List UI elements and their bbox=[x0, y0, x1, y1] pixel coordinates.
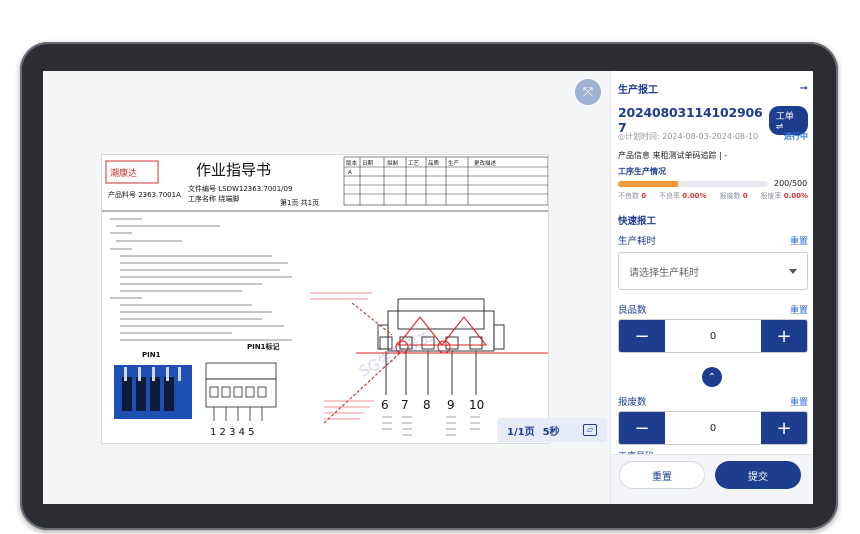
scrap-reset-link[interactable]: 重置 bbox=[790, 395, 808, 408]
time-select-placeholder: 请选择生产耗时 bbox=[629, 267, 699, 279]
progress-fill bbox=[618, 180, 678, 187]
report-panel: 生产报工 ➞ 20240803114102906​7 工单⇌ ◎计划时间: 20… bbox=[610, 71, 813, 504]
progress-count: 200/500 bbox=[774, 179, 808, 188]
plan-row: ◎计划时间: 2024-08-03-2024-08-10 进行中 bbox=[618, 131, 808, 142]
pin-number: 10 bbox=[469, 398, 484, 412]
bad-rate: 不良率 0.00% bbox=[659, 192, 707, 200]
tablet-screen: ⤧ 潮康达 作业指导书 文件编号 LSDW12363.7001/09 产品料号 … bbox=[43, 71, 813, 504]
chevron-up-icon[interactable]: ⌃ bbox=[702, 367, 722, 387]
page-interval[interactable]: 5秒 bbox=[543, 423, 560, 438]
svg-text:1 2 3 4 5: 1 2 3 4 5 bbox=[210, 427, 255, 438]
chevron-down-icon bbox=[789, 268, 797, 274]
plan-time: ◎计划时间: 2024-08-03-2024-08-10 bbox=[618, 132, 759, 141]
revision-header: 工艺 bbox=[408, 160, 420, 167]
page-number: 1/1页 bbox=[507, 426, 535, 438]
good-label: 良品数 bbox=[618, 305, 647, 316]
scrap-rate: 报废率 0.00% bbox=[760, 192, 808, 200]
revision-header: 更改描述 bbox=[474, 159, 497, 167]
good-value[interactable]: 0 bbox=[665, 320, 761, 352]
progress-bar bbox=[618, 180, 768, 187]
status-badge: 进行中 bbox=[784, 132, 808, 141]
svg-text:SG生产报工: SG生产报工 bbox=[356, 327, 436, 381]
work-instruction-drawing: 潮康达 作业指导书 文件编号 LSDW12363.7001/09 产品料号 23… bbox=[102, 156, 548, 438]
svg-text:PIN1标记: PIN1标记 bbox=[247, 342, 279, 351]
pin-number: 9 bbox=[447, 398, 455, 412]
revision-header: 拟制 bbox=[387, 159, 399, 167]
svg-text:潮康达: 潮康达 bbox=[110, 167, 137, 179]
scrap-count: 报废数 0 bbox=[719, 192, 748, 200]
pin-number: 8 bbox=[423, 398, 431, 412]
quick-report-title: 快速报工 bbox=[618, 216, 657, 227]
pin-number: 6 bbox=[381, 398, 389, 412]
progress-row: 200/500 bbox=[618, 179, 808, 188]
scrap-stepper: − 0 + bbox=[618, 411, 808, 445]
good-minus-button[interactable]: − bbox=[619, 320, 665, 352]
revision-header: 版本 bbox=[346, 159, 358, 167]
scrap-label: 报废数 bbox=[618, 397, 647, 408]
product-info: 产品信息 来租测试单码追踪 | - bbox=[618, 151, 728, 160]
svg-text:第1页 共1页: 第1页 共1页 bbox=[280, 198, 319, 207]
svg-text:PIN1: PIN1 bbox=[142, 351, 161, 359]
quality-stats: 不良数 0 不良率 0.00% 报废数 0 报废率 0.00% bbox=[618, 191, 808, 201]
revision-header: 日期 bbox=[362, 160, 374, 167]
reset-button[interactable]: 重置 bbox=[619, 461, 705, 489]
panel-header: 生产报工 ➞ bbox=[618, 81, 808, 96]
time-label: 生产耗时 bbox=[618, 236, 657, 247]
scrap-value[interactable]: 0 bbox=[665, 412, 761, 444]
revision-header: 生产 bbox=[448, 159, 460, 167]
scrap-minus-button[interactable]: − bbox=[619, 412, 665, 444]
svg-text:作业指导书: 作业指导书 bbox=[196, 161, 271, 179]
exit-arrow-icon[interactable]: ➞ bbox=[800, 83, 808, 94]
good-stepper: − 0 + bbox=[618, 319, 808, 353]
scrap-row: 报废数 重置 bbox=[618, 394, 808, 408]
bad-count: 不良数 0 bbox=[618, 192, 647, 200]
time-reset-link[interactable]: 重置 bbox=[790, 234, 808, 247]
time-row: 生产耗时 重置 bbox=[618, 233, 808, 247]
scrap-plus-button[interactable]: + bbox=[761, 412, 807, 444]
panel-title: 生产报工 bbox=[618, 85, 658, 96]
page-indicator: 1/1页 5秒 ▱ bbox=[497, 418, 607, 442]
time-select[interactable]: 请选择生产耗时 bbox=[618, 252, 808, 290]
svg-text:A: A bbox=[348, 170, 352, 176]
document-viewer: ⤧ 潮康达 作业指导书 文件编号 LSDW12363.7001/09 产品料号 … bbox=[43, 71, 610, 504]
collapse-icon[interactable]: ⤧ bbox=[575, 79, 601, 105]
revision-header: 品质 bbox=[428, 159, 440, 167]
good-reset-link[interactable]: 重置 bbox=[790, 303, 808, 316]
good-plus-button[interactable]: + bbox=[761, 320, 807, 352]
progress-label: 工序生产情况 bbox=[618, 167, 666, 176]
svg-text:产品料号 2363.7001A: 产品料号 2363.7001A bbox=[108, 190, 181, 199]
work-instruction-document: 潮康达 作业指导书 文件编号 LSDW12363.7001/09 产品料号 23… bbox=[101, 154, 549, 444]
good-row: 良品数 重置 bbox=[618, 302, 808, 316]
image-icon[interactable]: ▱ bbox=[583, 424, 597, 436]
action-bar: 重置 提交 bbox=[611, 454, 813, 504]
submit-button[interactable]: 提交 bbox=[715, 461, 801, 489]
svg-text:工序名称 绕端脚: 工序名称 绕端脚 bbox=[188, 194, 239, 203]
svg-text:文件编号 LSDW12363.7001/09: 文件编号 LSDW12363.7001/09 bbox=[188, 184, 292, 193]
pin-number: 7 bbox=[401, 398, 409, 412]
